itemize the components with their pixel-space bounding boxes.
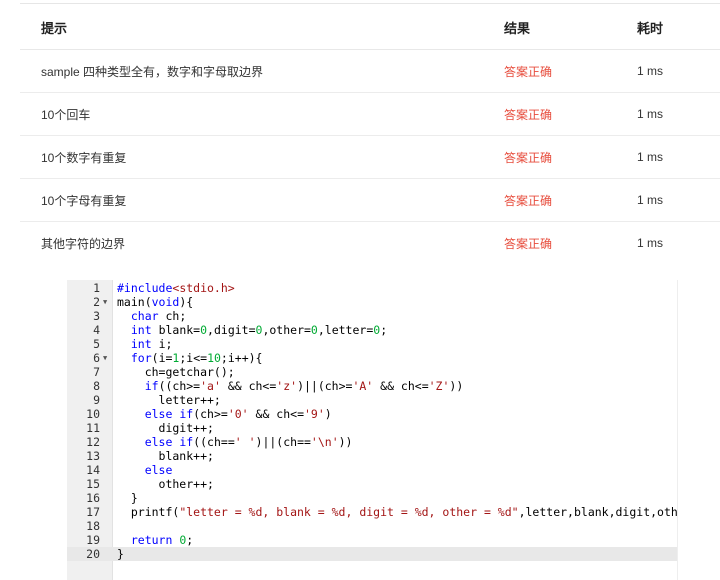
- line-number: 15: [86, 477, 100, 491]
- line-number: 8: [93, 379, 100, 393]
- code-line[interactable]: 17 printf("letter = %d, blank = %d, digi…: [67, 505, 677, 519]
- code-text: else if((ch==' ')||(ch=='\n')): [144, 435, 353, 449]
- code-editor[interactable]: 1 #include<stdio.h> 2 ▼ main(void){3 char ch…: [67, 280, 677, 580]
- row-time: 1 ms: [637, 236, 664, 250]
- table-row: 10个数字有重复 答案正确 1 ms: [20, 135, 720, 179]
- code-line[interactable]: 15 other++;: [67, 477, 677, 491]
- line-number: 2: [93, 295, 100, 309]
- code-line[interactable]: 12 else if((ch==' ')||(ch=='\n')): [67, 435, 677, 449]
- code-line[interactable]: 9 letter++;: [67, 393, 677, 407]
- line-number: 7: [93, 365, 100, 379]
- code-line[interactable]: 16 }: [67, 491, 677, 505]
- code-line[interactable]: 7 ch=getchar();: [67, 365, 677, 379]
- table-row: 其他字符的边界 答案正确 1 ms: [20, 222, 720, 265]
- table-row: 10个回车 答案正确 1 ms: [20, 92, 720, 136]
- code-line[interactable]: 19 return 0;: [67, 533, 677, 547]
- row-result: 答案正确: [504, 236, 553, 251]
- row-time: 1 ms: [637, 49, 720, 93]
- editor-right-border: [677, 280, 678, 580]
- row-result: 答案正确: [504, 49, 637, 93]
- line-number: 5: [93, 337, 100, 351]
- line-number: 17: [86, 505, 100, 519]
- code-line[interactable]: 2 ▼ main(void){: [67, 295, 677, 309]
- code-text: }: [117, 547, 124, 561]
- top-divider: [20, 3, 720, 4]
- code-text: other++;: [117, 477, 214, 491]
- code-text: if((ch>='a' && ch<='z')||(ch>='A' && ch<…: [144, 379, 464, 393]
- line-number: 13: [86, 449, 100, 463]
- code-line[interactable]: 6 ▼ for(i=1;i<=10;i++){: [67, 351, 677, 365]
- row-hint: 10个字母有重复: [20, 178, 504, 222]
- header-hint: 提示: [20, 5, 504, 50]
- code-text: printf("letter = %d, blank = %d, digit =…: [117, 505, 677, 519]
- line-number: 20: [86, 547, 100, 561]
- code-line[interactable]: 8 if((ch>='a' && ch<='z')||(ch>='A' && c…: [67, 379, 677, 393]
- row-result: 答案正确: [504, 178, 637, 222]
- code-text: ch=getchar();: [117, 365, 235, 379]
- line-number: 3: [93, 309, 100, 323]
- code-text: char ch;: [130, 309, 187, 323]
- code-text: blank++;: [117, 449, 214, 463]
- table-header-row: 提示 结果 耗时: [20, 5, 720, 50]
- line-number: 9: [93, 393, 100, 407]
- test-results-table: 提示 结果 耗时 sample 四种类型全有，数字和字母取边界 答案正确 1 m…: [20, 5, 720, 264]
- code-text: letter++;: [117, 393, 221, 407]
- code-line[interactable]: 10 else if(ch>='0' && ch<='9'): [67, 407, 677, 421]
- code-text: #include<stdio.h>: [117, 281, 235, 295]
- line-number: 4: [93, 323, 100, 337]
- line-number: 12: [86, 435, 100, 449]
- fold-arrow-icon[interactable]: ▼: [103, 295, 107, 309]
- row-result: 答案正确: [504, 135, 637, 179]
- code-line[interactable]: 4 int blank=0,digit=0,other=0,letter=0;: [67, 323, 677, 337]
- header-time: 耗时: [637, 5, 720, 50]
- table-row: 10个字母有重复 答案正确 1 ms: [20, 178, 720, 222]
- row-time: 1 ms: [637, 135, 720, 179]
- row-time: 1 ms: [637, 92, 720, 136]
- code-text: digit++;: [117, 421, 214, 435]
- line-number: 14: [86, 463, 100, 477]
- line-number: 19: [86, 533, 100, 547]
- line-number: 18: [86, 519, 100, 533]
- header-result: 结果: [504, 5, 637, 50]
- code-line[interactable]: 1 #include<stdio.h>: [67, 281, 677, 295]
- code-text: int i;: [130, 337, 173, 351]
- fold-arrow-icon[interactable]: ▼: [103, 351, 107, 365]
- code-line[interactable]: 18: [67, 519, 677, 533]
- code-text: }: [117, 491, 138, 505]
- code-line[interactable]: 5 int i;: [67, 337, 677, 351]
- code-line[interactable]: 14 else: [67, 463, 677, 477]
- line-number: 16: [86, 491, 100, 505]
- code-line[interactable]: 3 char ch;: [67, 309, 677, 323]
- line-number: 10: [86, 407, 100, 421]
- row-hint: 10个回车: [20, 92, 504, 136]
- code-text: main(void){: [117, 295, 194, 309]
- code-text: else: [144, 463, 173, 477]
- row-time: 1 ms: [637, 178, 720, 222]
- code-line[interactable]: 13 blank++;: [67, 449, 677, 463]
- line-number: 11: [86, 421, 100, 435]
- line-number: 1: [93, 281, 100, 295]
- code-line[interactable]: 20}: [67, 547, 677, 561]
- code-text: return 0;: [130, 533, 194, 547]
- code-text: int blank=0,digit=0,other=0,letter=0;: [130, 323, 388, 337]
- line-number: 6: [93, 351, 100, 365]
- code-text: for(i=1;i<=10;i++){: [130, 351, 263, 365]
- code-line[interactable]: 11 digit++;: [67, 421, 677, 435]
- code-lines[interactable]: 1 #include<stdio.h> 2 ▼ main(void){3 char ch…: [67, 281, 677, 561]
- code-text: else if(ch>='0' && ch<='9'): [144, 407, 332, 421]
- table-row: sample 四种类型全有，数字和字母取边界 答案正确 1 ms: [20, 49, 720, 93]
- row-hint: 其他字符的边界: [41, 236, 126, 251]
- row-hint: sample 四种类型全有，数字和字母取边界: [20, 49, 504, 93]
- row-hint: 10个数字有重复: [20, 135, 504, 179]
- row-result: 答案正确: [504, 92, 637, 136]
